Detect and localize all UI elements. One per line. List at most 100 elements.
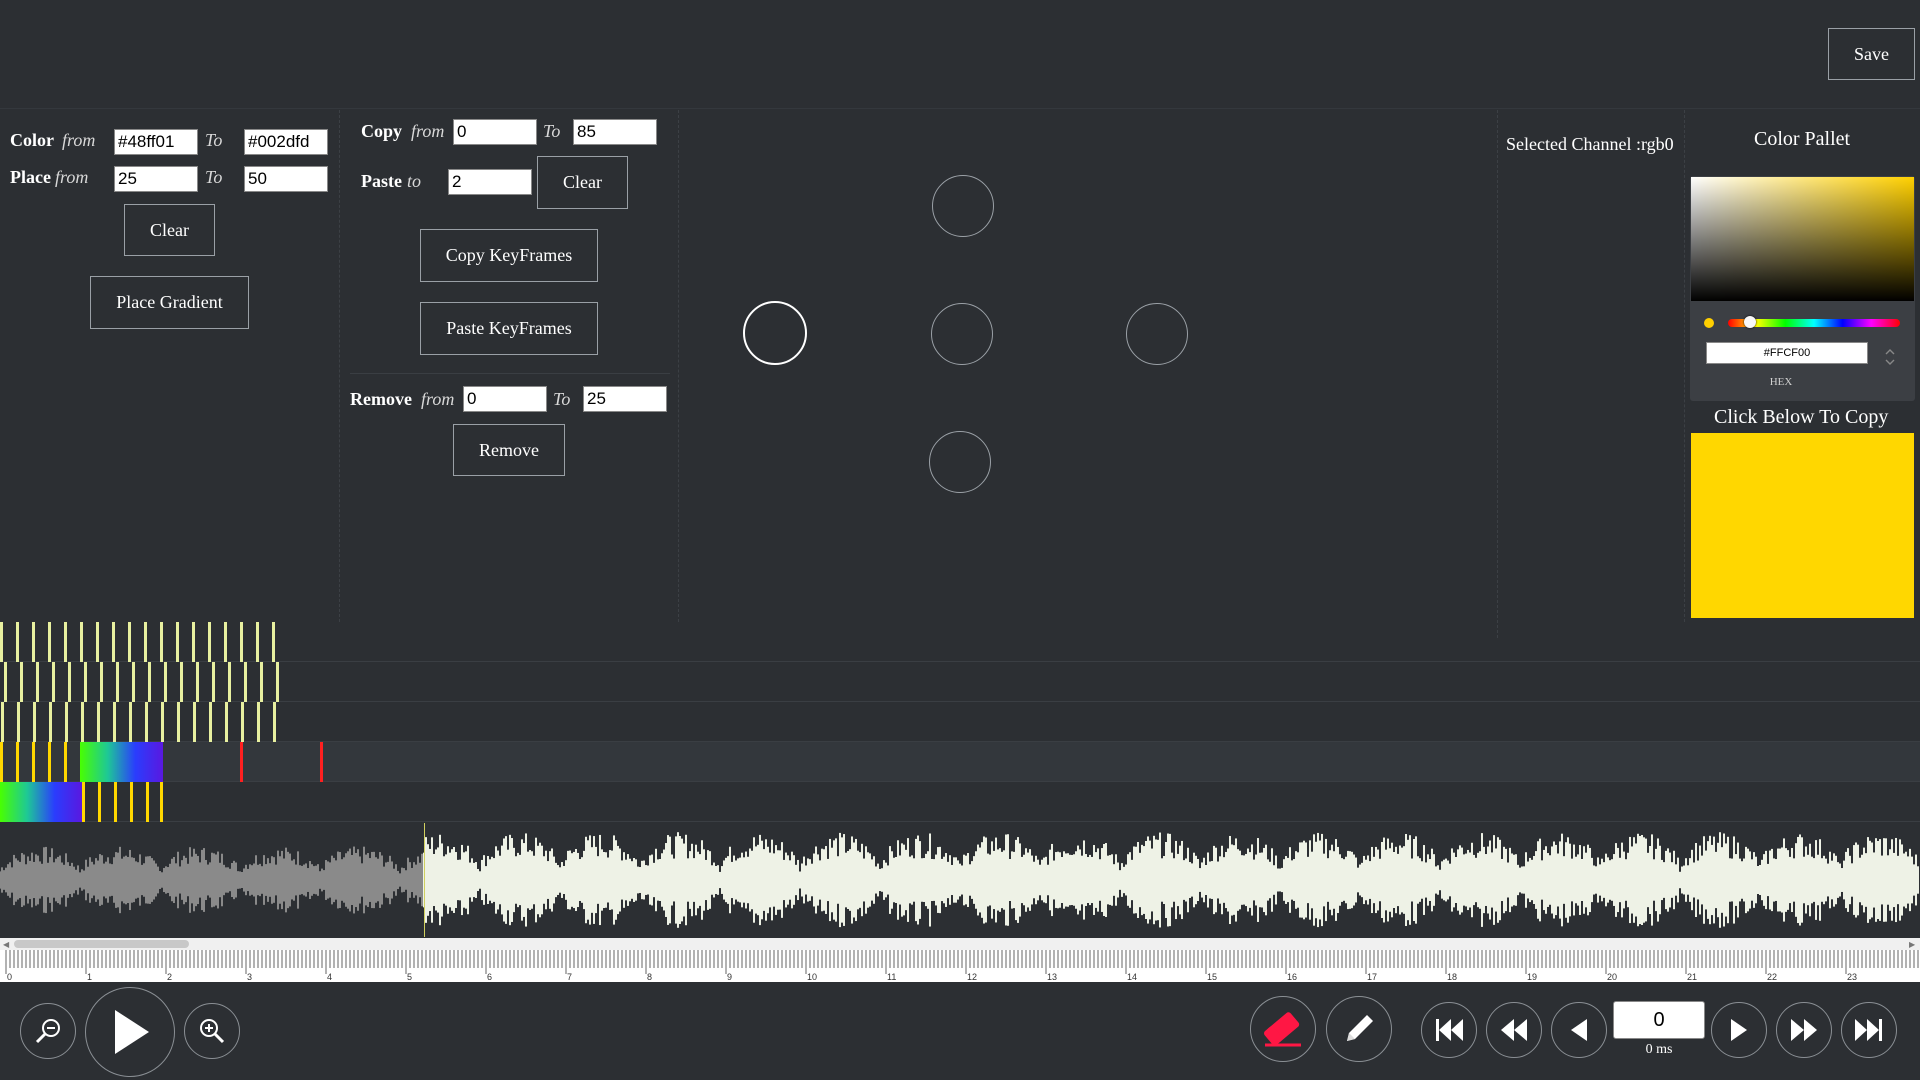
keyframe-marker[interactable] [129,702,132,742]
keyframe-marker[interactable] [209,702,212,742]
gradient-clear-button[interactable]: Clear [124,204,215,256]
hue-slider[interactable] [1728,316,1900,328]
keyframe-marker[interactable] [98,782,101,822]
keyframe-marker[interactable] [82,782,85,822]
keyframe-marker[interactable] [212,662,215,702]
keyframe-marker[interactable] [49,702,52,742]
pencil-button[interactable] [1326,996,1392,1062]
keyframe-marker[interactable] [225,702,228,742]
keyframe-marker[interactable] [65,702,68,742]
keyframe-marker[interactable] [256,622,259,662]
hue-slider-handle[interactable] [1744,316,1757,328]
keyframe-marker[interactable] [52,662,55,702]
place-to-input[interactable] [244,166,328,192]
keyframe-marker[interactable] [84,662,87,702]
place-gradient-button[interactable]: Place Gradient [90,276,249,329]
zoom-in-button[interactable] [184,1003,240,1059]
saturation-area[interactable] [1691,177,1914,301]
scrollbar-thumb[interactable] [14,940,189,948]
hex-input[interactable] [1706,342,1868,364]
channel-circle-top[interactable] [932,175,994,237]
keyframe-marker[interactable] [68,662,71,702]
playhead[interactable] [424,823,425,937]
keyframe-marker[interactable] [64,742,67,782]
color-from-input[interactable] [114,129,198,155]
keyframe-marker[interactable] [196,662,199,702]
keyframe-marker[interactable] [32,622,35,662]
keyframe-marker[interactable] [128,622,131,662]
keyframe-marker[interactable] [20,662,23,702]
keyframe-marker[interactable] [130,782,133,822]
channel-circle-center[interactable] [931,303,993,365]
keyframe-marker[interactable] [177,702,180,742]
keyframe-marker[interactable] [112,622,115,662]
keyframe-marker[interactable] [164,662,167,702]
keyframe-marker[interactable] [48,742,51,782]
keyframe-marker[interactable] [176,622,179,662]
keyframe-marker[interactable] [244,662,247,702]
step-back-button[interactable] [1551,1002,1607,1058]
keyframe-marker[interactable] [4,662,7,702]
keyframe-marker[interactable] [33,702,36,742]
keyframe-marker[interactable] [32,742,35,782]
keyframe-marker[interactable] [97,702,100,742]
copy-clear-button[interactable]: Clear [537,156,628,209]
keyframe-marker[interactable] [17,702,20,742]
keyframe-marker[interactable] [132,662,135,702]
time-ruler[interactable]: 0 1 2 3 4 5 6 7 8 9 10 11 12 13 14 15 16 17 18 19 20 21 22 23 [0,950,1920,982]
remove-from-input[interactable] [463,386,547,412]
scroll-left-icon[interactable]: ◀ [3,940,9,949]
color-to-input[interactable] [244,129,328,155]
fast-forward-button[interactable] [1776,1002,1832,1058]
keyframe-marker[interactable] [64,622,67,662]
keyframe-marker[interactable] [160,782,163,822]
keyframe-marker[interactable] [272,622,275,662]
horizontal-scrollbar[interactable]: ◀ ▶ [0,938,1920,950]
keyframe-marker[interactable] [81,702,84,742]
copy-to-input[interactable] [573,119,657,145]
copy-from-input[interactable] [453,119,537,145]
keyframe-marker[interactable] [113,702,116,742]
paste-keyframes-button[interactable]: Paste KeyFrames [420,302,598,355]
remove-button[interactable]: Remove [453,424,565,476]
paste-to-input[interactable] [448,169,532,195]
keyframe-marker[interactable] [240,622,243,662]
copy-keyframes-button[interactable]: Copy KeyFrames [420,229,598,282]
keyframe-marker[interactable] [16,742,19,782]
keyframe-marker[interactable] [193,702,196,742]
keyframe-marker[interactable] [180,662,183,702]
rewind-button[interactable] [1486,1002,1542,1058]
save-button[interactable]: Save [1828,28,1915,80]
keyframe-marker[interactable] [160,622,163,662]
keyframe-marker[interactable] [114,782,117,822]
keyframe-marker[interactable] [144,622,147,662]
skip-to-start-button[interactable] [1421,1002,1477,1058]
keyframe-marker[interactable] [257,702,260,742]
keyframe-marker[interactable] [241,702,244,742]
keyframe-marker[interactable] [228,662,231,702]
keyframe-marker[interactable] [36,662,39,702]
step-forward-button[interactable] [1711,1002,1767,1058]
keyframe-marker[interactable] [0,742,3,782]
keyframe-marker[interactable] [148,662,151,702]
channel-circle-left-selected[interactable] [743,301,807,365]
keyframe-marker[interactable] [320,742,323,782]
keyframe-marker[interactable] [146,782,149,822]
eraser-button[interactable] [1250,996,1316,1062]
scroll-right-icon[interactable]: ▶ [1909,940,1915,949]
keyframe-marker[interactable] [260,662,263,702]
gradient-segment[interactable] [0,782,82,822]
keyframe-marker[interactable] [116,662,119,702]
skip-to-end-button[interactable] [1841,1002,1897,1058]
keyframe-marker[interactable] [208,622,211,662]
channel-circle-right[interactable] [1126,303,1188,365]
frame-input[interactable] [1613,1001,1705,1039]
play-button[interactable] [85,987,175,1077]
color-swatch[interactable] [1691,433,1914,618]
keyframe-marker[interactable] [161,702,164,742]
keyframe-marker[interactable] [240,742,243,782]
audio-waveform[interactable] [0,823,1920,937]
keyframe-marker[interactable] [192,622,195,662]
keyframe-marker[interactable] [276,662,279,702]
keyframe-marker[interactable] [0,622,3,662]
